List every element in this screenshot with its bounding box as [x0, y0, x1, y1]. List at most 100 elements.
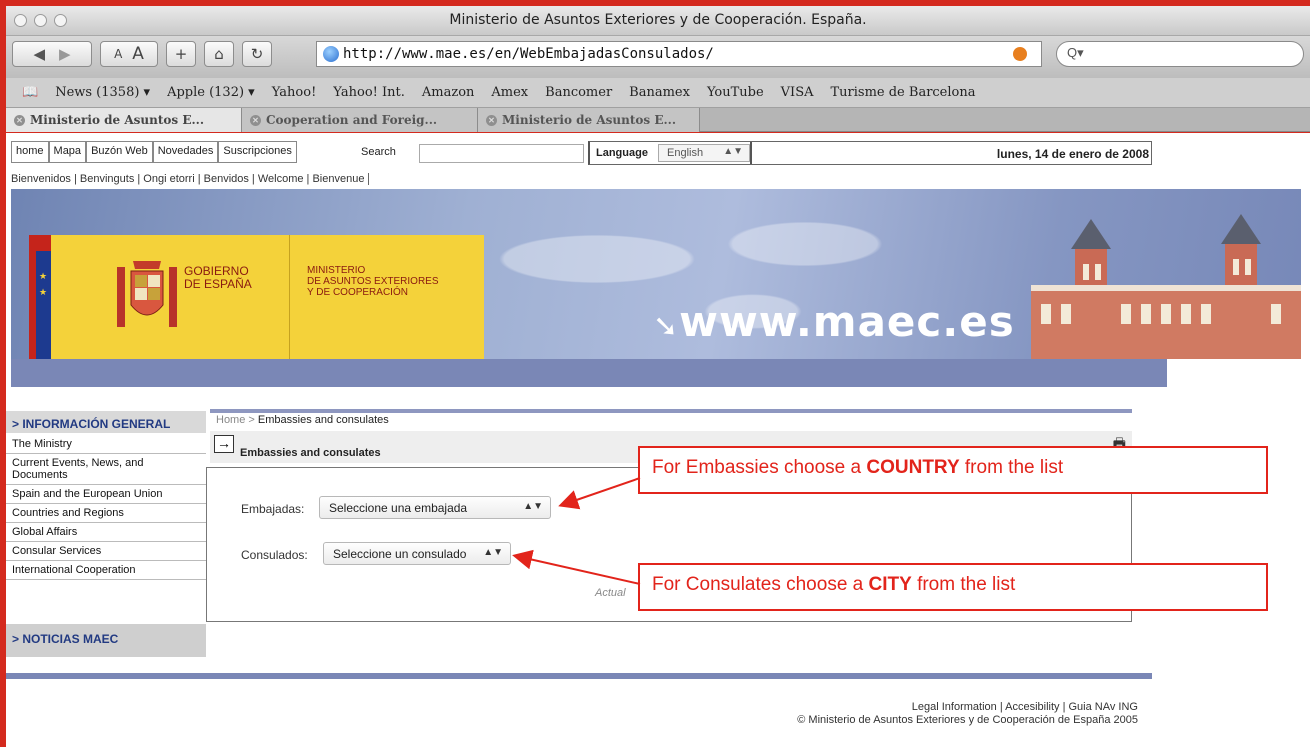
arrow-right-icon: → [214, 435, 234, 453]
ministry-line: Y DE COOPERACIÓN [307, 287, 408, 298]
government-logo[interactable]: GOBIERNO DE ESPAÑA MINISTERIO DE ASUNTOS… [51, 235, 484, 359]
bookmark-turisme[interactable]: Turisme de Barcelona [831, 85, 976, 100]
site-wordmark: ➘www.maec.es [653, 297, 1015, 346]
palace-image [1031, 214, 1301, 359]
select-arrows-icon: ▲▼ [483, 547, 503, 558]
language-bar: Language English ▲▼ lunes, 14 de enero d… [588, 141, 1152, 165]
bookmark-amazon[interactable]: Amazon [422, 85, 475, 100]
reload-icon[interactable]: ↻ [242, 41, 272, 67]
eu-stripe: ★ ★ [36, 251, 51, 359]
embassy-select-value: Seleccione una embajada [329, 501, 468, 515]
nav-buzon-web[interactable]: Buzón Web [86, 141, 153, 163]
general-info-heading[interactable]: > INFORMACIÓN GENERAL [6, 411, 206, 435]
coat-of-arms-icon [117, 261, 177, 327]
site-search-input[interactable] [419, 144, 584, 163]
embassy-callout: For Embassies choose a COUNTRY from the … [638, 446, 1268, 494]
tab-label: Ministerio de Asuntos E... [502, 113, 676, 127]
gov-line: DE ESPAÑA [184, 277, 252, 291]
nav-item-spain-eu[interactable]: Spain and the European Union [6, 485, 206, 504]
footer-links[interactable]: Legal Information | Accesibility | Guia … [912, 701, 1138, 713]
callout-text: from the list [911, 574, 1016, 595]
callout-bold: COUNTRY [866, 457, 960, 478]
bookmark-yahoo[interactable]: Yahoo! [272, 85, 317, 100]
bookmarks-book-icon[interactable]: 📖 [22, 85, 38, 100]
welcome-languages: Bienvenidos | Benvinguts | Ongi etorri |… [11, 173, 370, 185]
breadcrumb-home[interactable]: Home > [216, 414, 255, 426]
embassies-label: Embajadas: [241, 502, 305, 516]
breadcrumb: Home > Embassies and consulates [210, 409, 1132, 427]
tab-1[interactable]: ✕ Ministerio de Asuntos E... [6, 108, 242, 132]
star-icon: ★ [39, 287, 48, 297]
callout-text: For Consulates choose a [652, 574, 869, 595]
tab-3[interactable]: ✕ Ministerio de Asuntos E... [478, 108, 700, 132]
bookmark-banamex[interactable]: Banamex [629, 85, 690, 100]
bookmark-visa[interactable]: VISA [781, 85, 814, 100]
breadcrumb-current: Embassies and consulates [257, 414, 389, 426]
ministry-line: DE ASUNTOS EXTERIORES [307, 276, 439, 287]
updated-label: Actual [595, 587, 626, 599]
ministry-line: MINISTERIO [307, 265, 366, 276]
bookmark-bancomer[interactable]: Bancomer [545, 85, 612, 100]
tab-2[interactable]: ✕ Cooperation and Foreig... [242, 108, 478, 132]
star-icon: ★ [39, 271, 48, 281]
nav-suscripciones[interactable]: Suscripciones [218, 141, 297, 163]
consulate-callout: For Consulates choose a CITY from the li… [638, 563, 1268, 611]
footer-copyright: © Ministerio de Asuntos Exteriores y de … [797, 714, 1138, 726]
divider [289, 235, 290, 359]
window-titlebar: Ministerio de Asuntos Exteriores y de Co… [6, 6, 1310, 36]
browser-search-input[interactable]: Q▾ [1056, 41, 1304, 67]
callout-text: For Embassies choose a [652, 457, 867, 478]
close-tab-icon[interactable]: ✕ [14, 114, 25, 126]
browser-toolbar: ◀ ▶ A A + ⌂ ↻ http://www.mae.es/en/WebEm… [6, 36, 1310, 78]
page-title: Embassies and consulates [240, 447, 381, 459]
site-banner: ★ ★ GOBIERNO DE ESPAÑA MINISTERIO DE ASU… [11, 189, 1301, 359]
select-arrows-icon: ▲▼ [523, 501, 543, 512]
bookmark-amex[interactable]: Amex [491, 85, 528, 100]
left-navigation: > INFORMACIÓN GENERAL The Ministry Curre… [6, 411, 206, 580]
close-tab-icon[interactable]: ✕ [250, 114, 261, 126]
nav-home[interactable]: home [11, 141, 49, 163]
add-bookmark-button[interactable]: + [166, 41, 196, 67]
close-tab-icon[interactable]: ✕ [486, 114, 497, 126]
nav-item-international-cooperation[interactable]: International Cooperation [6, 561, 206, 580]
language-select[interactable]: English ▲▼ [658, 144, 750, 162]
text-smaller-button[interactable]: A [114, 47, 122, 61]
nav-item-current-events[interactable]: Current Events, News, and Documents [6, 454, 206, 485]
consulate-select[interactable]: Seleccione un consulado ▲▼ [323, 542, 511, 565]
globe-icon [323, 46, 339, 62]
nav-mapa[interactable]: Mapa [48, 141, 87, 163]
forward-icon[interactable]: ▶ [59, 45, 71, 63]
footer-divider-bar [6, 673, 1152, 679]
ministry-text: MINISTERIO DE ASUNTOS EXTERIORES Y DE CO… [307, 265, 439, 298]
consulate-select-value: Seleccione un consulado [333, 547, 467, 561]
url-text[interactable]: http://www.mae.es/en/WebEmbajadasConsula… [343, 46, 714, 62]
search-label: Search [361, 146, 396, 158]
nav-item-ministry[interactable]: The Ministry [6, 435, 206, 454]
window-title: Ministerio de Asuntos Exteriores y de Co… [449, 12, 867, 28]
bookmark-yahoo-int[interactable]: Yahoo! Int. [333, 85, 405, 100]
language-label: Language [596, 147, 648, 159]
address-bar[interactable]: http://www.mae.es/en/WebEmbajadasConsula… [316, 41, 1042, 67]
select-arrows-icon: ▲▼ [723, 146, 743, 157]
tab-bar: ✕ Ministerio de Asuntos E... ✕ Cooperati… [6, 108, 1310, 132]
home-icon[interactable]: ⌂ [204, 41, 234, 67]
text-bigger-button[interactable]: A [132, 44, 144, 64]
back-forward-buttons[interactable]: ◀ ▶ [12, 41, 92, 67]
bookmark-youtube[interactable]: YouTube [707, 85, 764, 100]
header-divider-bar [11, 359, 1167, 387]
nav-item-global-affairs[interactable]: Global Affairs [6, 523, 206, 542]
rss-icon[interactable] [1013, 47, 1027, 61]
bookmark-news[interactable]: News (1358) ▾ [55, 85, 150, 100]
nav-novedades[interactable]: Novedades [152, 141, 219, 163]
nav-item-consular-services[interactable]: Consular Services [6, 542, 206, 561]
nav-item-countries-regions[interactable]: Countries and Regions [6, 504, 206, 523]
back-icon[interactable]: ◀ [33, 45, 45, 63]
web-page: home Mapa Buzón Web Novedades Suscripcio… [6, 133, 1310, 747]
news-heading[interactable]: > NOTICIAS MAEC [6, 624, 206, 657]
text-size-buttons[interactable]: A A [100, 41, 158, 67]
arrow-icon: ➘ [653, 309, 680, 344]
bookmark-apple[interactable]: Apple (132) ▾ [167, 85, 255, 100]
embassy-select[interactable]: Seleccione una embajada ▲▼ [319, 496, 551, 519]
language-value: English [667, 147, 704, 159]
tab-label: Cooperation and Foreig... [266, 113, 438, 127]
